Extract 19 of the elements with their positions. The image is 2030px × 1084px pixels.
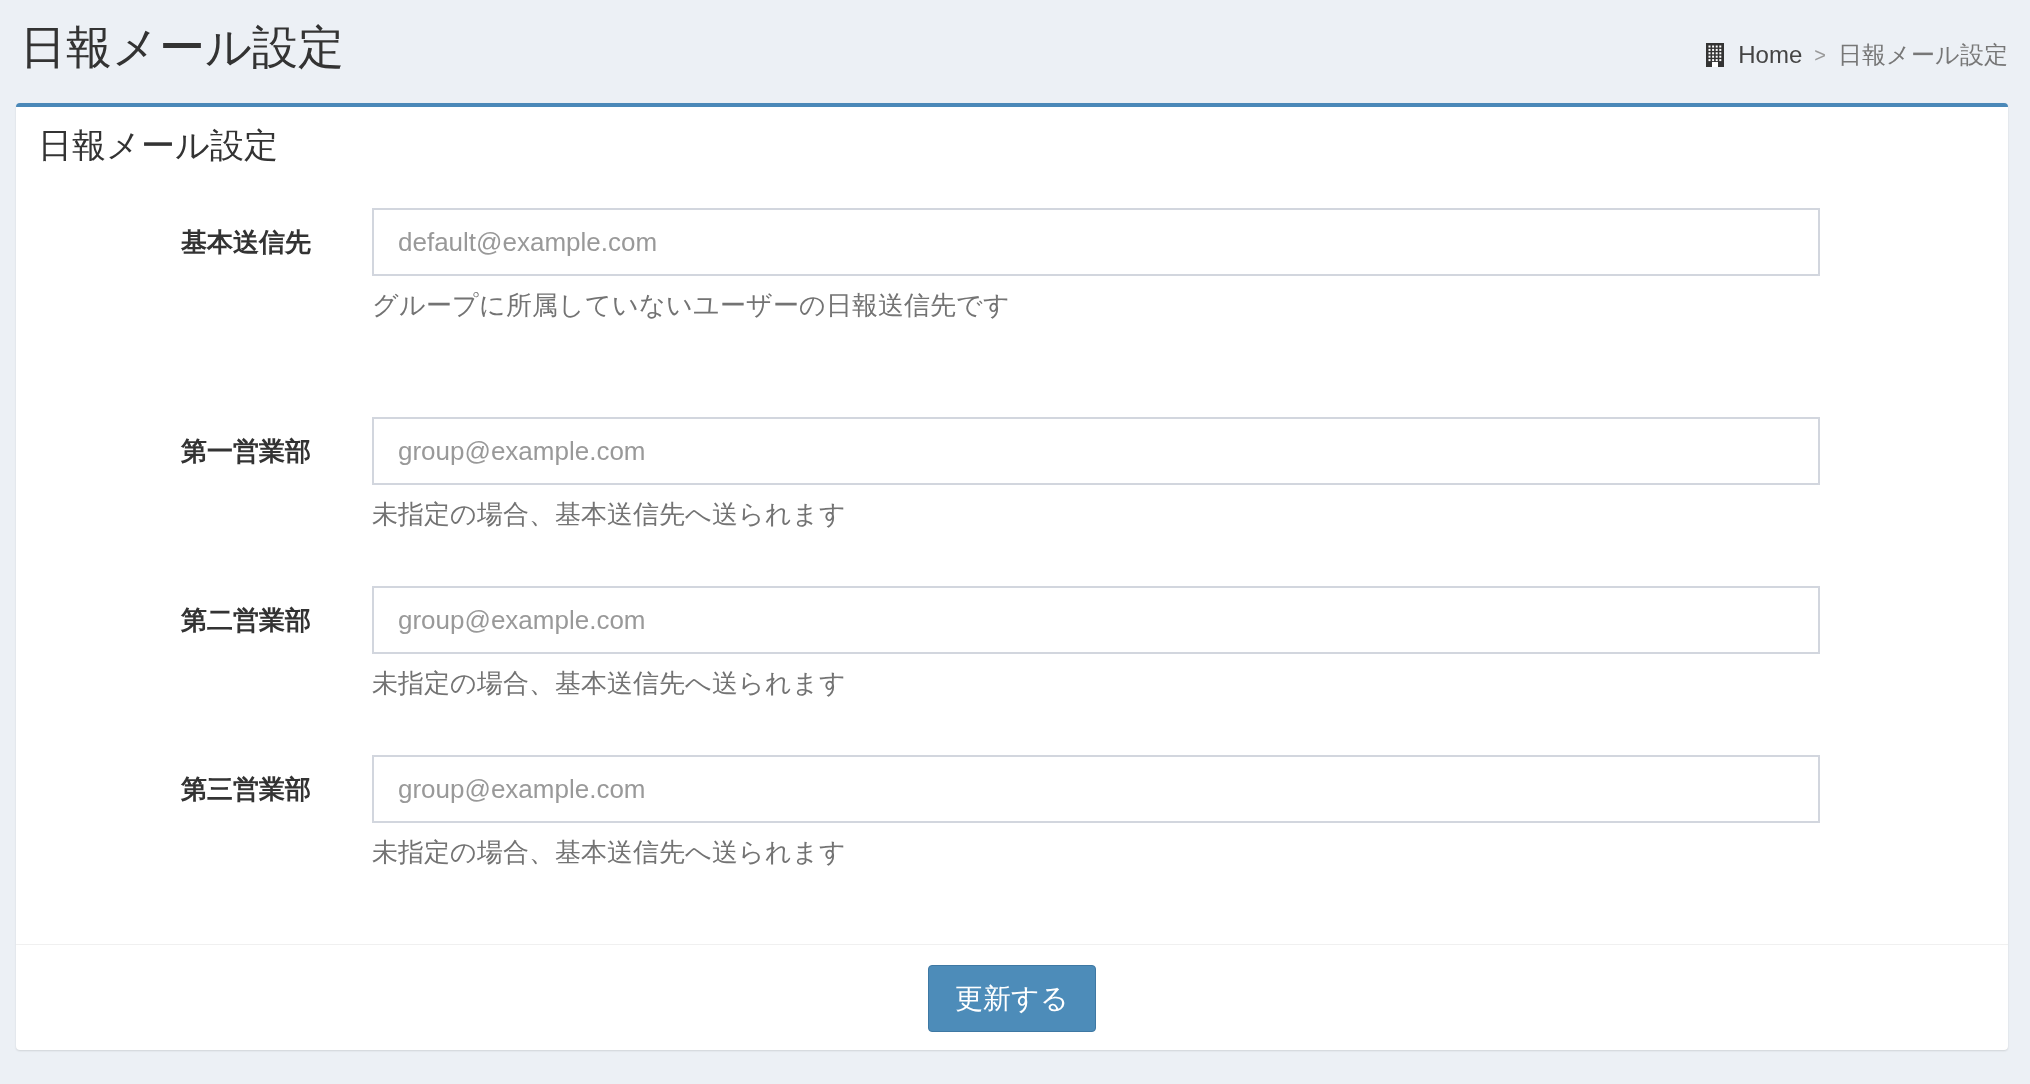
email-input-field[interactable]: group@example.com bbox=[372, 417, 1820, 485]
field-label: 基本送信先 bbox=[180, 226, 311, 259]
email-input-field[interactable]: default@example.com bbox=[372, 208, 1820, 276]
help-text: 未指定の場合、基本送信先へ送られます bbox=[372, 667, 847, 700]
breadcrumb-current: 日報メール設定 bbox=[1838, 40, 2008, 70]
help-text: グループに所属していないユーザーの日報送信先です bbox=[372, 289, 1011, 322]
breadcrumb-home-link[interactable]: Home bbox=[1706, 41, 1803, 69]
field-label: 第三営業部 bbox=[180, 773, 311, 806]
email-input-field[interactable]: group@example.com bbox=[372, 755, 1820, 823]
breadcrumb-separator: > bbox=[1814, 43, 1826, 67]
field-label: 第一営業部 bbox=[180, 435, 311, 468]
page-title: 日報メール設定 bbox=[20, 20, 344, 75]
field-label: 第二営業部 bbox=[180, 604, 311, 637]
help-text: 未指定の場合、基本送信先へ送られます bbox=[372, 498, 847, 531]
help-text: 未指定の場合、基本送信先へ送られます bbox=[372, 836, 847, 869]
email-input-field[interactable]: group@example.com bbox=[372, 586, 1820, 654]
card-title: 日報メール設定 bbox=[37, 125, 279, 166]
update-button[interactable]: 更新する bbox=[928, 965, 1096, 1032]
building-icon bbox=[1706, 43, 1725, 67]
